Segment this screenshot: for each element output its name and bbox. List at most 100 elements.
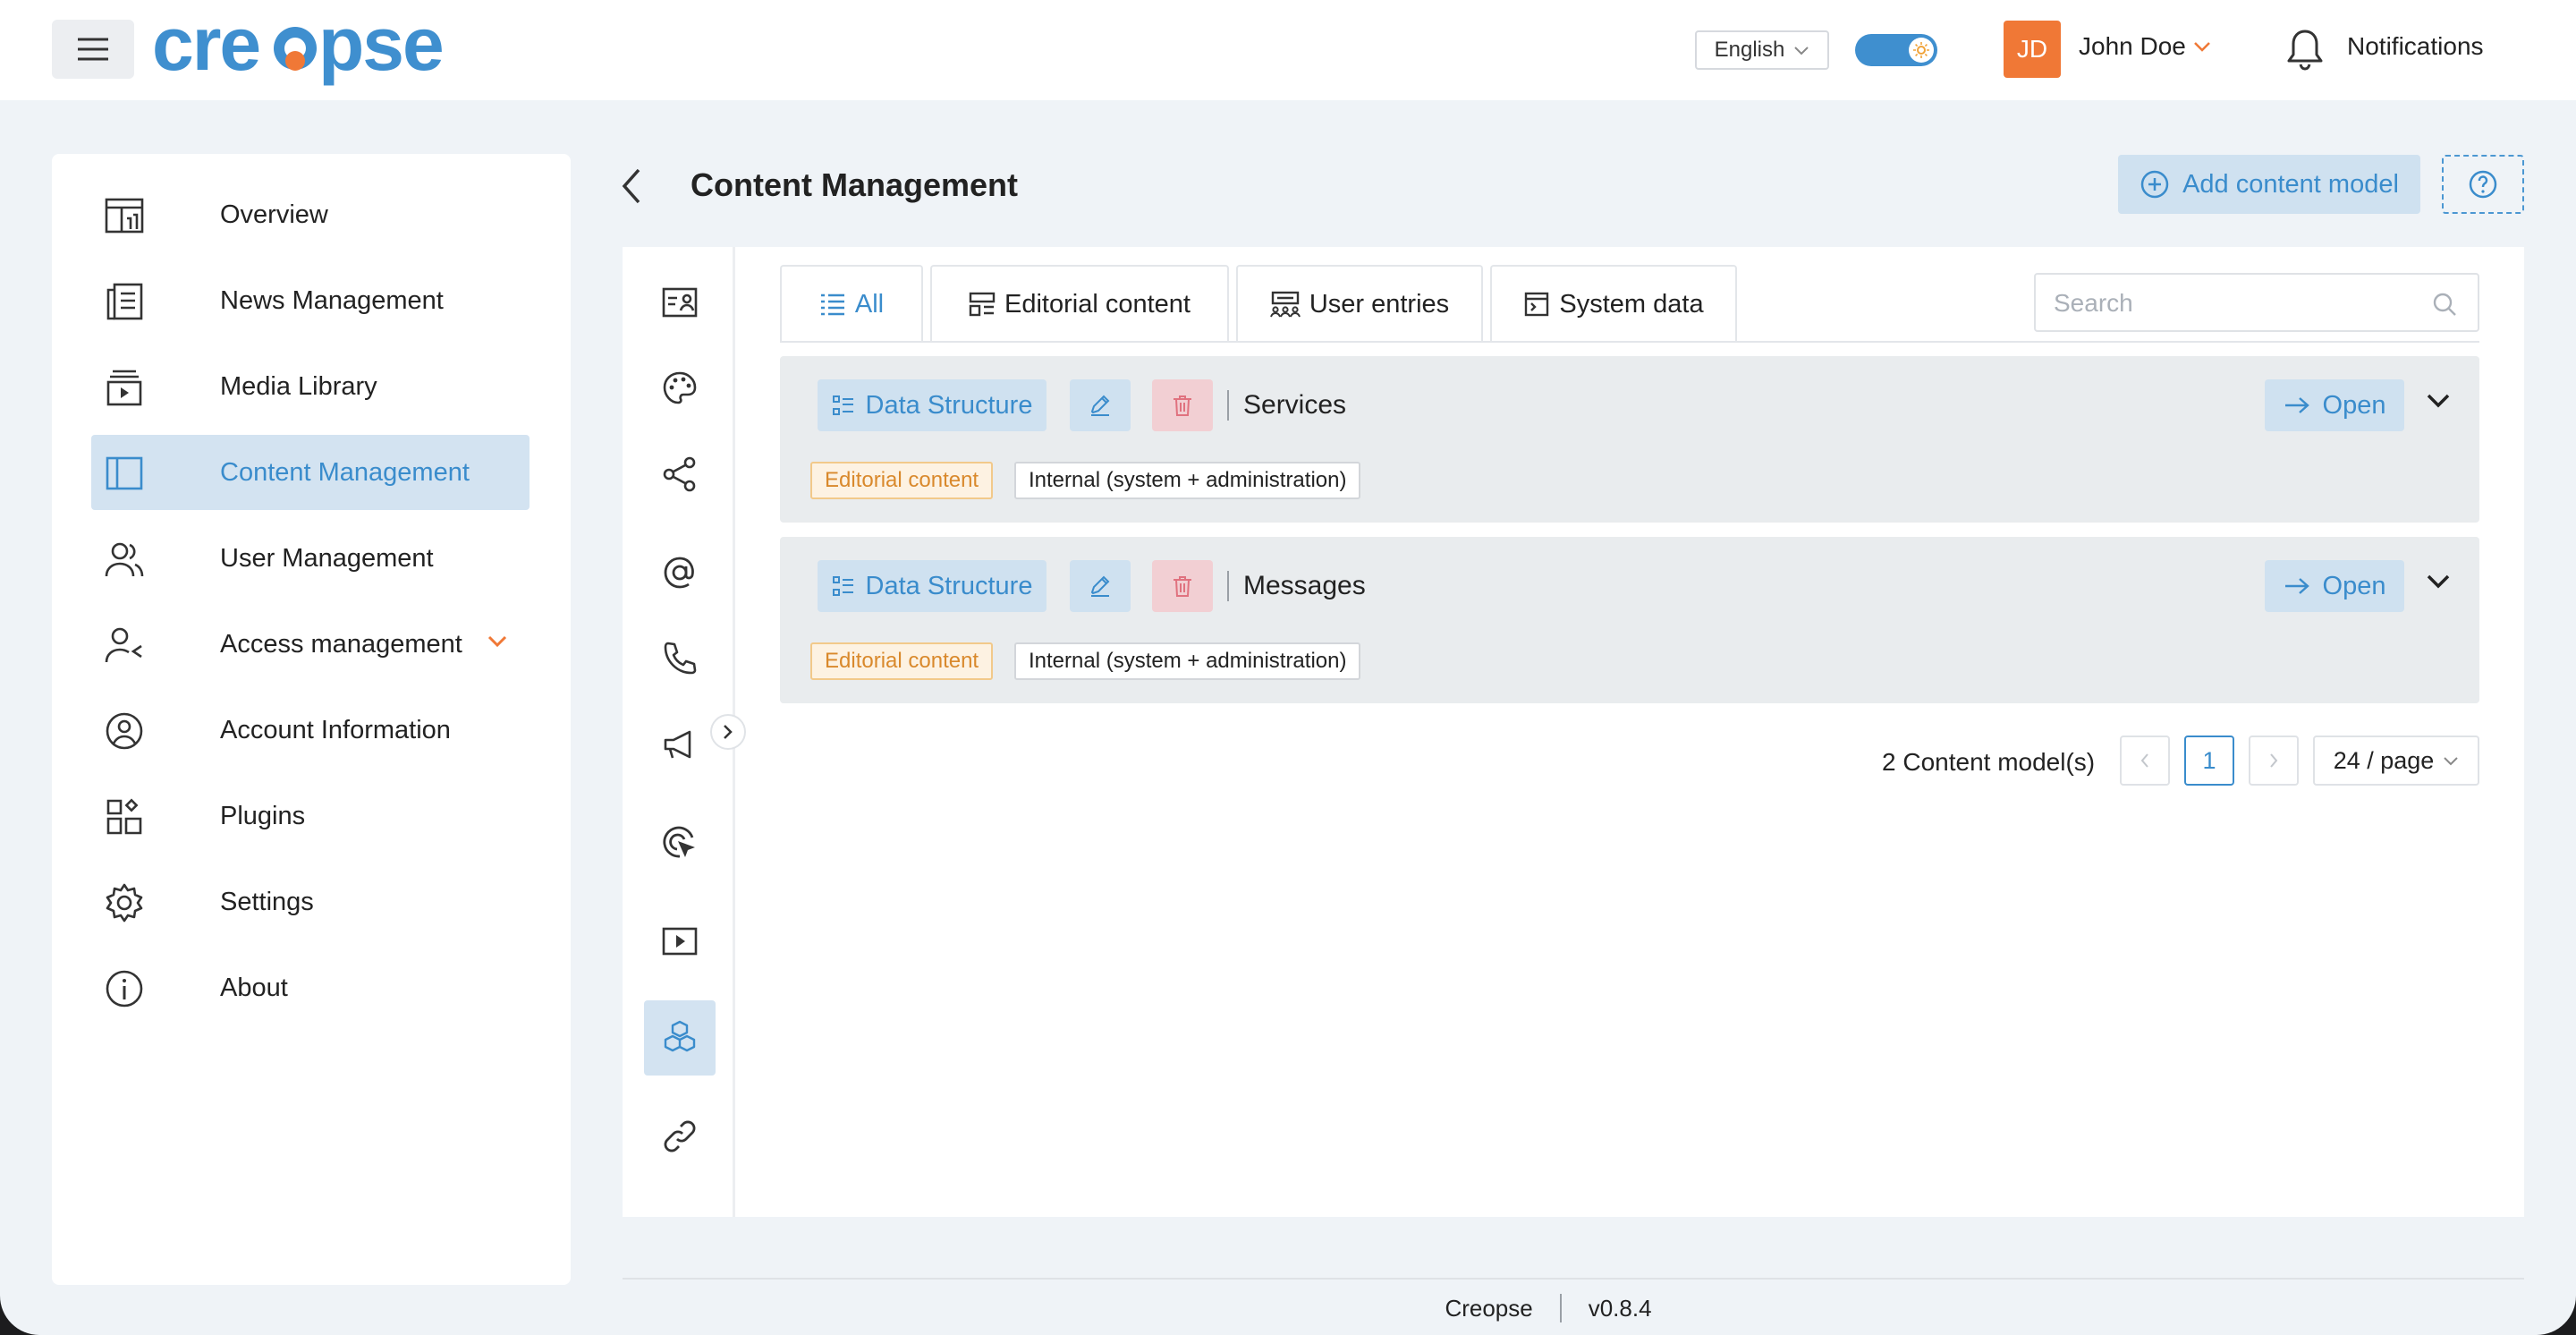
add-content-model-label: Add content model	[2182, 169, 2399, 199]
tabs-divider	[780, 341, 2479, 343]
access-icon	[105, 627, 142, 663]
layout-icon	[969, 292, 996, 317]
sidebar-item-label: Plugins	[220, 801, 306, 830]
open-label: Open	[2322, 390, 2386, 420]
brand-logo[interactable]: cre pse	[152, 13, 474, 89]
user-menu[interactable]: John Doe	[2079, 32, 2211, 61]
svg-text:cre: cre	[152, 13, 259, 86]
target-cursor-icon[interactable]	[644, 805, 716, 880]
tab-user-entries[interactable]: User entries	[1236, 265, 1483, 342]
info-icon	[106, 970, 143, 1008]
chevron-left-icon	[622, 168, 640, 204]
language-select[interactable]: English	[1695, 30, 1829, 70]
terminal-icon	[1525, 292, 1549, 317]
open-label: Open	[2322, 571, 2386, 600]
more-sections-icon[interactable]	[644, 1186, 716, 1217]
edit-button[interactable]	[1070, 379, 1131, 431]
sidebar-item-access-management[interactable]: Access management	[91, 607, 530, 682]
data-structure-label: Data Structure	[865, 390, 1033, 420]
chevron-right-icon	[724, 725, 733, 739]
delete-button[interactable]	[1152, 560, 1213, 612]
theme-toggle[interactable]	[1855, 34, 1937, 66]
search-icon	[2433, 293, 2456, 316]
news-icon	[106, 283, 143, 320]
page-size-select[interactable]: 24 / page	[2313, 736, 2479, 786]
content-model-title: Services	[1243, 390, 1347, 420]
sidebar: Overview News Management Media Library C…	[52, 154, 571, 1285]
sidebar-item-user-management[interactable]: User Management	[91, 521, 530, 596]
content-model-row: Data Structure Services Open Editorial c…	[780, 356, 2479, 523]
cubes-icon[interactable]	[644, 1000, 716, 1076]
sun-icon	[1913, 42, 1929, 58]
page-button[interactable]: 1	[2184, 736, 2234, 786]
chevron-down-icon	[2444, 757, 2459, 766]
megaphone-icon[interactable]	[644, 707, 716, 782]
phone-icon[interactable]	[644, 621, 716, 696]
sidebar-item-content-management[interactable]: Content Management	[91, 435, 530, 510]
results-count: 2 Content model(s)	[1882, 748, 2096, 776]
data-structure-label: Data Structure	[865, 571, 1033, 600]
tab-system-data[interactable]: System data	[1490, 265, 1737, 342]
share-icon[interactable]	[644, 437, 716, 512]
back-button[interactable]	[617, 166, 648, 206]
sidebar-item-label: Overview	[220, 200, 328, 229]
sidebar-item-overview[interactable]: Overview	[91, 177, 530, 252]
gear-icon	[106, 883, 143, 923]
tab-label: System data	[1559, 289, 1704, 319]
at-sign-icon[interactable]	[644, 535, 716, 610]
plus-circle-icon	[2140, 170, 2169, 199]
add-content-model-button[interactable]: Add content model	[2118, 155, 2420, 214]
sidebar-item-media-library[interactable]: Media Library	[91, 349, 530, 424]
expand-row-button[interactable]	[2426, 392, 2451, 410]
sliders-icon	[832, 576, 853, 596]
user-entries-icon	[1269, 291, 1301, 318]
list-icon	[820, 293, 844, 316]
bell-icon[interactable]	[2284, 27, 2326, 72]
delete-button[interactable]	[1152, 379, 1213, 431]
menu-toggle-button[interactable]	[52, 20, 134, 79]
sidebar-item-label: Media Library	[220, 371, 377, 401]
arrow-right-icon	[2284, 578, 2309, 594]
trash-icon	[1174, 576, 1191, 597]
link-icon[interactable]	[644, 1099, 716, 1174]
pencil-icon	[1090, 575, 1110, 597]
overview-icon	[105, 198, 144, 234]
chevron-down-icon	[487, 635, 507, 648]
expand-rail-button[interactable]	[710, 714, 746, 750]
contact-card-icon[interactable]	[644, 265, 716, 340]
tab-all[interactable]: All	[780, 265, 923, 342]
search-input[interactable]	[2054, 287, 2411, 319]
edit-button[interactable]	[1070, 560, 1131, 612]
arrow-right-icon	[2284, 397, 2309, 413]
search-box[interactable]	[2034, 273, 2479, 332]
avatar[interactable]: JD	[2004, 21, 2061, 78]
data-structure-button[interactable]: Data Structure	[818, 379, 1046, 431]
expand-row-button[interactable]	[2426, 573, 2451, 591]
sidebar-item-about[interactable]: About	[91, 950, 530, 1025]
tab-label: All	[854, 289, 885, 319]
data-structure-button[interactable]: Data Structure	[818, 560, 1046, 612]
title-separator	[1227, 571, 1229, 601]
scope-tag: Internal (system + administration)	[1014, 642, 1361, 680]
open-button[interactable]: Open	[2265, 560, 2404, 612]
video-icon[interactable]	[644, 904, 716, 979]
sidebar-item-account-information[interactable]: Account Information	[91, 693, 530, 768]
media-icon	[106, 370, 142, 406]
palette-icon[interactable]	[644, 351, 716, 426]
chevron-down-icon	[2193, 42, 2210, 52]
page-title: Content Management	[691, 166, 1019, 203]
help-button[interactable]	[2442, 155, 2524, 214]
tab-editorial-content[interactable]: Editorial content	[930, 265, 1229, 342]
sidebar-item-settings[interactable]: Settings	[91, 864, 530, 940]
notifications-label[interactable]: Notifications	[2347, 32, 2484, 61]
theme-knob	[1909, 38, 1934, 63]
next-page-button[interactable]	[2249, 736, 2299, 786]
open-button[interactable]: Open	[2265, 379, 2404, 431]
sidebar-item-plugins[interactable]: Plugins	[91, 778, 530, 854]
prev-page-button[interactable]	[2120, 736, 2170, 786]
footer-divider	[623, 1278, 2524, 1280]
sidebar-item-news-management[interactable]: News Management	[91, 263, 530, 338]
sidebar-item-label: News Management	[220, 285, 444, 315]
top-bar: cre pse English JD John Doe Notification…	[0, 0, 2576, 100]
pencil-icon	[1090, 395, 1110, 416]
